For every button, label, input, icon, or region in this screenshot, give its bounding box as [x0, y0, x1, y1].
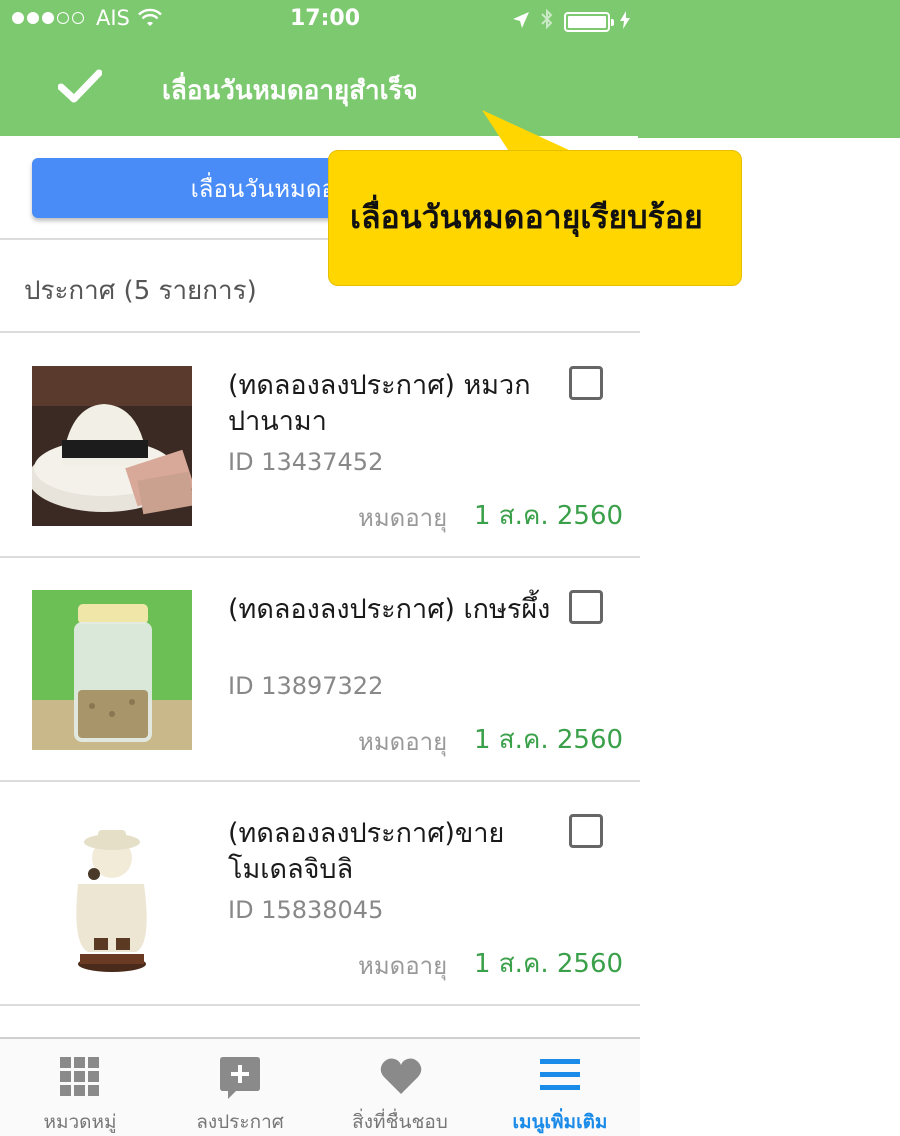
listing-title[interactable]: (ทดลองลงประกาศ) หมวกปานามา	[228, 368, 558, 440]
grid-icon	[60, 1057, 100, 1097]
callout-text: เลื่อนวันหมดอายุเรียบร้อย	[350, 198, 703, 236]
listing-title[interactable]: (ทดลองลงประกาศ)ขายโมเดลจิบลิ	[228, 816, 558, 888]
expiry-date: 1 ส.ค. 2560	[474, 949, 624, 979]
menu-icon	[540, 1057, 580, 1097]
divider	[0, 1004, 640, 1006]
expiry-date: 1 ส.ค. 2560	[474, 501, 624, 531]
status-bar: AIS 17:00	[0, 0, 640, 42]
tab-label: ลงประกาศ	[196, 1111, 284, 1133]
tab-label: เมนูเพิ่มเติม	[512, 1111, 608, 1133]
checkmark-icon	[57, 68, 103, 108]
expiry-label: หมดอายุ	[358, 504, 448, 532]
listing-title[interactable]: (ทดลองลงประกาศ) เกษรผึ้ง	[228, 592, 558, 628]
list-item[interactable]: (ทดลองลงประกาศ) หมวกปานามา ID 13437452 ห…	[0, 332, 640, 556]
listing-checkbox[interactable]	[569, 366, 603, 400]
listing-id: ID 13437452	[228, 448, 384, 476]
toast-message: เลื่อนวันหมดอายุสำเร็จ	[162, 76, 418, 106]
list-item[interactable]: (ทดลองลงประกาศ) เกษรผึ้ง ID 13897322 หมด…	[0, 556, 640, 780]
listing-thumbnail[interactable]	[32, 814, 192, 974]
listing-thumbnail[interactable]	[32, 366, 192, 526]
battery-icon	[564, 12, 614, 32]
listing-checkbox[interactable]	[569, 814, 603, 848]
location-arrow-icon	[512, 10, 530, 35]
charging-bolt-icon	[620, 10, 630, 35]
section-title: ประกาศ (5 รายการ)	[24, 276, 257, 306]
bluetooth-icon	[540, 8, 554, 36]
expiry-label: หมดอายุ	[358, 728, 448, 756]
tab-categories[interactable]: หมวดหมู่	[0, 1039, 160, 1136]
list-item[interactable]: (ทดลองลงประกาศ)ขายโมเดลจิบลิ ID 15838045…	[0, 780, 640, 1004]
listing-id: ID 13897322	[228, 672, 384, 700]
status-right	[512, 8, 630, 36]
tab-label: หมวดหมู่	[43, 1111, 117, 1133]
bottom-tab-bar: หมวดหมู่ ลงประกาศ สิ่งที่ชื่นชอบ เมนูเพิ…	[0, 1037, 640, 1136]
listing-id: ID 15838045	[228, 896, 384, 924]
tab-favorites[interactable]: สิ่งที่ชื่นชอบ	[320, 1039, 480, 1136]
listing-checkbox[interactable]	[569, 590, 603, 624]
tab-label: สิ่งที่ชื่นชอบ	[352, 1111, 448, 1133]
tab-post-ad[interactable]: ลงประกาศ	[160, 1039, 320, 1136]
tab-more-menu[interactable]: เมนูเพิ่มเติม	[480, 1039, 640, 1136]
listing-thumbnail[interactable]	[32, 590, 192, 750]
expiry-label: หมดอายุ	[358, 952, 448, 980]
add-post-icon	[220, 1057, 260, 1099]
success-banner-extension	[638, 0, 900, 138]
heart-icon	[380, 1057, 422, 1097]
expiry-date: 1 ส.ค. 2560	[474, 725, 624, 755]
